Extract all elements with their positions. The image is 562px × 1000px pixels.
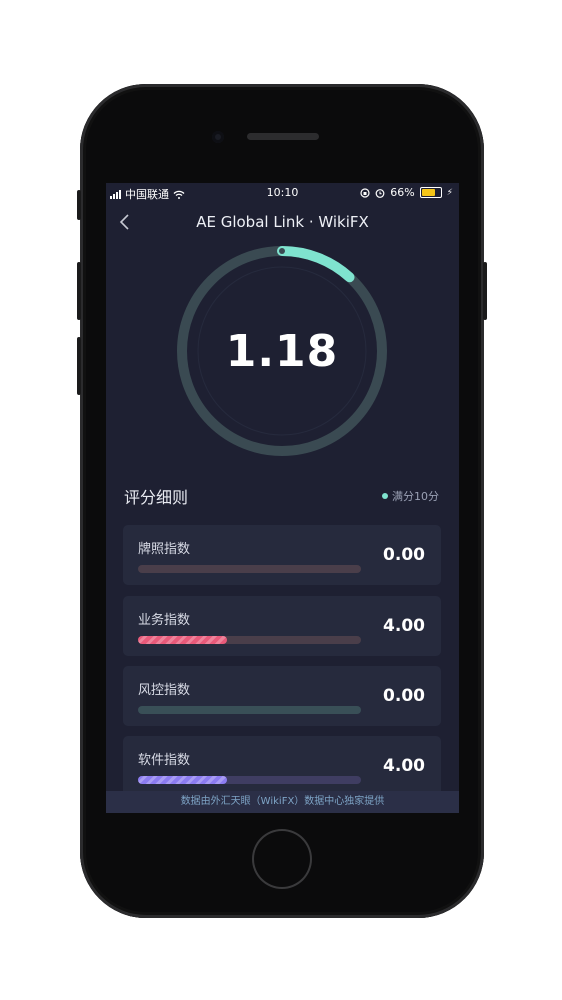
index-value: 4.00 <box>383 616 425 636</box>
charging-icon: ⚡ <box>446 187 453 198</box>
status-bar: 中国联通 10:10 66% ⚡ <box>106 183 459 203</box>
data-source-footer: 数据由外汇天眼（WikiFX）数据中心独家提供 <box>106 791 459 813</box>
score-value: 1.18 <box>225 325 339 377</box>
mute-switch <box>77 190 81 220</box>
power-button <box>483 262 487 320</box>
full-mark-note: 满分10分 <box>382 488 439 504</box>
index-card-software: 软件指数 4.00 <box>123 736 441 796</box>
index-value: 4.00 <box>383 756 425 776</box>
index-value: 0.00 <box>383 686 425 706</box>
volume-down-button <box>77 337 81 395</box>
index-track <box>138 706 361 714</box>
front-camera <box>212 131 224 143</box>
index-bar <box>138 636 228 644</box>
page-title: AE Global Link · WikiFX <box>196 213 369 231</box>
index-label: 风控指数 <box>138 683 191 698</box>
earpiece-speaker <box>247 133 319 140</box>
home-button[interactable] <box>252 829 312 889</box>
index-label: 牌照指数 <box>138 542 191 557</box>
app-screen: 中国联通 10:10 66% ⚡ AE Global Link · WikiFX… <box>106 183 459 813</box>
bullet-dot-icon <box>382 493 388 499</box>
index-card-business: 业务指数 4.00 <box>123 596 441 656</box>
index-card-license: 牌照指数 0.00 <box>123 525 441 585</box>
index-track <box>138 636 361 644</box>
index-bar <box>138 776 228 784</box>
orientation-lock-icon <box>360 187 370 198</box>
index-track <box>138 565 361 573</box>
battery-icon <box>419 187 442 198</box>
index-value: 0.00 <box>383 545 425 565</box>
alarm-icon <box>375 188 385 198</box>
index-label: 业务指数 <box>138 613 191 628</box>
full-mark-label: 满分10分 <box>392 490 439 503</box>
section-title: 评分细则 <box>124 488 189 507</box>
index-label: 软件指数 <box>138 753 191 768</box>
volume-up-button <box>77 262 81 320</box>
battery-percent: 66% <box>390 186 415 199</box>
index-card-risk-control: 风控指数 0.00 <box>123 666 441 726</box>
nav-bar: AE Global Link · WikiFX <box>106 209 459 235</box>
index-track <box>138 776 361 784</box>
